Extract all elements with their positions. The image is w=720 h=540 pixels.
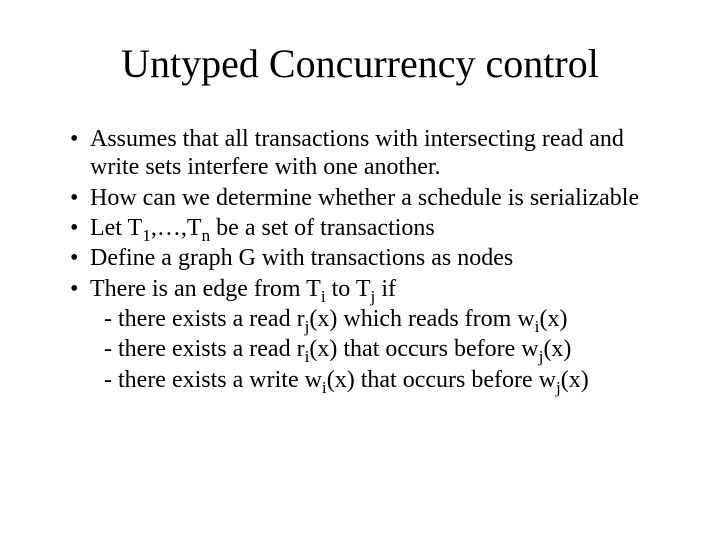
bullet-3-sub1: 1 xyxy=(142,226,151,245)
bullet-5-pre: There is an edge from T xyxy=(90,276,321,302)
subline-3-c: (x) xyxy=(561,367,589,393)
bullet-3-sub2: n xyxy=(202,226,211,245)
subline-3: - there exists a write wi(x) that occurs… xyxy=(90,366,670,394)
slide: Untyped Concurrency control Assumes that… xyxy=(0,0,720,540)
subline-1-a: - there exists a read r xyxy=(104,306,305,332)
bullet-5-mid: to T xyxy=(326,276,371,302)
bullet-4-text: Define a graph G with transactions as no… xyxy=(90,245,513,271)
bullet-5-post: if xyxy=(375,276,396,302)
bullet-2: How can we determine whether a schedule … xyxy=(70,184,670,212)
bullet-3-mid: ,…,T xyxy=(151,215,202,241)
bullet-3: Let T1,…,Tn be a set of transactions xyxy=(70,214,670,242)
subline-2: - there exists a read ri(x) that occurs … xyxy=(90,335,670,363)
subline-1: - there exists a read rj(x) which reads … xyxy=(90,305,670,333)
bullet-list: Assumes that all transactions with inter… xyxy=(50,125,670,394)
subline-3-b: (x) that occurs before w xyxy=(327,367,556,393)
subline-2-a: - there exists a read r xyxy=(104,336,305,362)
subline-2-b: (x) that occurs before w xyxy=(309,336,538,362)
subline-1-b: (x) which reads from w xyxy=(309,306,534,332)
bullet-3-post: be a set of transactions xyxy=(210,215,435,241)
subline-3-a: - there exists a write w xyxy=(104,367,322,393)
bullet-4: Define a graph G with transactions as no… xyxy=(70,244,670,272)
subline-1-c: (x) xyxy=(539,306,567,332)
bullet-2-text: How can we determine whether a schedule … xyxy=(90,185,639,211)
bullet-1-text: Assumes that all transactions with inter… xyxy=(90,126,624,180)
bullet-5: There is an edge from Ti to Tj if - ther… xyxy=(70,275,670,394)
bullet-1: Assumes that all transactions with inter… xyxy=(70,125,670,182)
bullet-3-pre: Let T xyxy=(90,215,142,241)
subline-2-c: (x) xyxy=(543,336,571,362)
slide-title: Untyped Concurrency control xyxy=(50,40,670,87)
